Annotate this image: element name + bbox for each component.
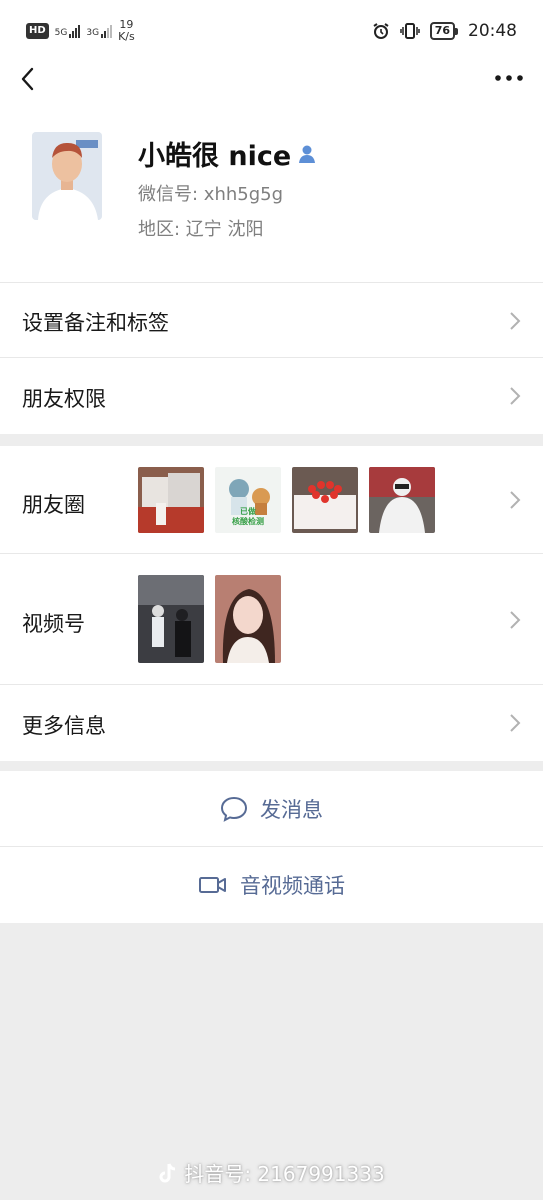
moments-thumbnail [369,467,435,533]
moments-thumbnail [138,467,204,533]
signal-3g-icon: 3G [86,24,113,38]
status-bar: HD 5G 3G 19 K/s 76 20:48 [0,0,543,60]
chevron-right-icon [510,312,521,330]
chevron-right-icon [510,387,521,405]
chevron-right-icon [510,714,521,732]
video-call-button[interactable]: 音视频通话 [0,847,543,923]
channels-thumbnail [138,575,204,663]
send-message-button[interactable]: 发消息 [0,771,543,847]
video-call-label: 音视频通话 [240,874,345,898]
row-label: 朋友权限 [22,387,106,411]
row-label: 更多信息 [22,714,106,738]
tiktok-logo-icon [159,1162,176,1182]
speed-unit: K/s [118,30,135,43]
signal-5g-icon: 5G [55,24,81,38]
moments-thumbnail: 已做 核酸检测 [215,467,281,533]
row-label: 朋友圈 [22,493,85,517]
top-bar [0,60,543,120]
send-message-label: 发消息 [260,797,323,822]
moments-thumbnail [292,467,358,533]
chat-bubble-icon [220,796,248,822]
chevron-right-icon [510,491,521,509]
chevron-right-icon [510,611,521,629]
back-icon[interactable] [14,64,44,94]
channels-thumbnail [215,575,281,663]
watermark: 抖音号: 2167991333 [0,1158,543,1187]
watermark-text: 抖音号: 2167991333 [184,1162,385,1186]
net1-label: 5G [54,28,68,38]
row-more-info[interactable]: 更多信息 [0,685,543,761]
media-list: 朋友圈 已做 核酸检测 视频号 更多信息 [0,446,543,761]
row-label: 设置备注和标签 [22,311,169,335]
battery-level: 76 [429,22,455,40]
gender-male-icon [299,145,316,163]
hd-indicator: HD [26,23,49,39]
row-moments[interactable]: 朋友圈 已做 核酸检测 [0,446,543,554]
alarm-icon [373,23,389,39]
nickname: 小皓很 nice [138,141,292,172]
wechat-id: 微信号: xhh5g5g [138,184,284,205]
row-remark-tags[interactable]: 设置备注和标签 [0,283,543,358]
battery-icon: 76 [429,22,458,40]
more-icon[interactable] [493,66,525,90]
moments-sticker-text: 已做 核酸检测 [232,507,264,526]
row-friend-permissions[interactable]: 朋友权限 [0,358,543,434]
settings-list: 设置备注和标签 朋友权限 [0,282,543,434]
actions: 发消息 音视频通话 [0,771,543,923]
profile-header: 小皓很 nice 微信号: xhh5g5g 地区: 辽宁 沈阳 [0,120,543,282]
region: 地区: 辽宁 沈阳 [138,219,264,240]
network-speed: 19 K/s [118,19,135,43]
status-time: 20:48 [468,21,517,41]
vibrate-icon [399,23,420,39]
row-label: 视频号 [22,612,85,636]
net2-label: 3G [86,28,100,38]
avatar[interactable] [32,132,102,220]
row-channels[interactable]: 视频号 [0,554,543,685]
video-camera-icon [199,877,226,893]
